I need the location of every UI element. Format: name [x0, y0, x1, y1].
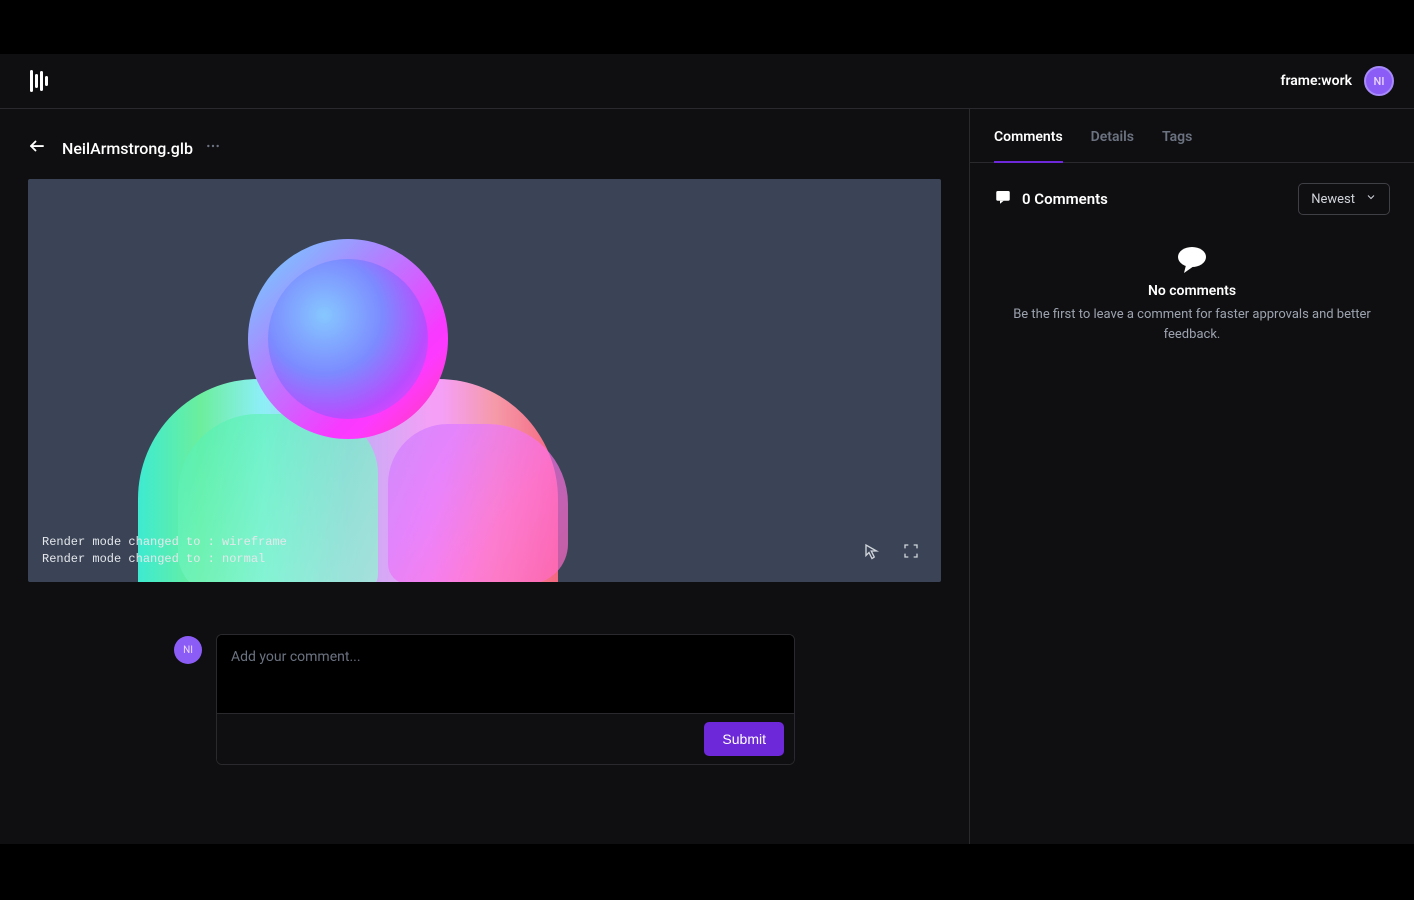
workspace-name[interactable]: frame:work	[1281, 73, 1353, 89]
tab-tags[interactable]: Tags	[1162, 129, 1192, 163]
log-line: Render mode changed to : normal	[42, 551, 287, 568]
fullscreen-icon[interactable]	[903, 543, 919, 563]
render-log: Render mode changed to : wireframe Rende…	[42, 534, 287, 568]
logo-bar-3	[40, 71, 43, 91]
more-options-icon[interactable]	[205, 138, 221, 158]
submit-button[interactable]: Submit	[704, 722, 784, 756]
sort-label: Newest	[1311, 192, 1355, 207]
comments-header: 0 Comments Newest	[970, 163, 1414, 235]
right-panel: Comments Details Tags 0 Comments Newest	[969, 109, 1414, 844]
logo-bar-4	[45, 76, 48, 86]
tab-details[interactable]: Details	[1091, 129, 1134, 163]
empty-title: No comments	[1010, 283, 1374, 299]
tab-comments[interactable]: Comments	[994, 129, 1063, 163]
logo-bar-2	[35, 74, 38, 88]
speech-bubble-icon	[1010, 245, 1374, 273]
composer-avatar-initials: NI	[183, 645, 193, 656]
composer-box: Submit	[216, 634, 795, 765]
file-name: NeilArmstrong.glb	[62, 139, 193, 158]
logo-bar-1	[30, 70, 33, 92]
chevron-down-icon	[1365, 191, 1377, 207]
file-header: NeilArmstrong.glb	[28, 137, 941, 159]
app-header: frame:work NI	[0, 54, 1414, 109]
comment-composer: NI Submit	[28, 634, 941, 765]
log-line: Render mode changed to : wireframe	[42, 534, 287, 551]
composer-avatar: NI	[174, 636, 202, 664]
pointer-tool-icon[interactable]	[863, 542, 881, 564]
empty-description: Be the first to leave a comment for fast…	[1010, 305, 1374, 344]
avatar-initials: NI	[1374, 75, 1385, 88]
sort-dropdown[interactable]: Newest	[1298, 183, 1390, 215]
left-panel: NeilArmstrong.glb Render mode changed to…	[0, 109, 969, 844]
sidebar-tabs: Comments Details Tags	[970, 109, 1414, 163]
main-layout: NeilArmstrong.glb Render mode changed to…	[0, 109, 1414, 844]
model-viewer[interactable]: Render mode changed to : wireframe Rende…	[28, 179, 941, 582]
composer-footer: Submit	[217, 713, 794, 764]
back-arrow-icon[interactable]	[28, 137, 46, 159]
user-avatar[interactable]: NI	[1364, 66, 1394, 96]
letterbox-top	[0, 0, 1414, 54]
comment-textarea[interactable]	[217, 635, 794, 709]
app-container: frame:work NI NeilArmstrong.glb	[0, 54, 1414, 844]
header-right: frame:work NI	[1281, 66, 1395, 96]
comments-count-label: 0 Comments	[1022, 190, 1108, 208]
viewer-controls	[863, 542, 919, 564]
empty-comments-state: No comments Be the first to leave a comm…	[970, 235, 1414, 354]
comment-bubble-icon	[994, 188, 1012, 210]
app-logo[interactable]	[30, 70, 48, 92]
letterbox-bottom	[0, 844, 1414, 900]
comments-count: 0 Comments	[994, 188, 1108, 210]
